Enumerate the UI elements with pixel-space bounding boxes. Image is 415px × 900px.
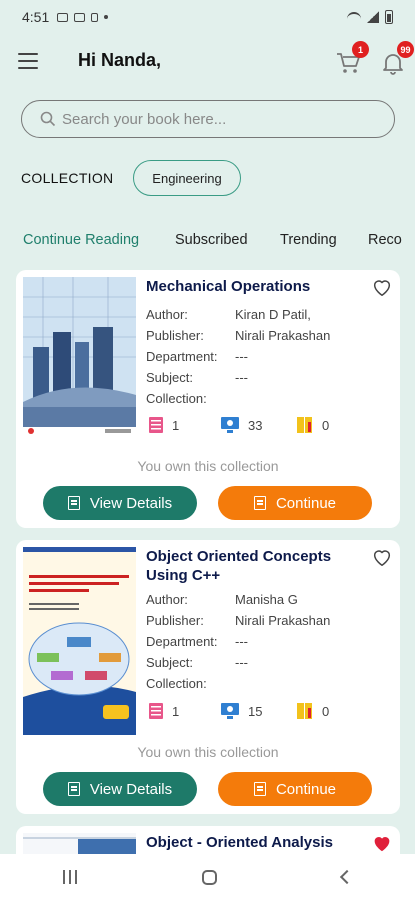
cart-badge: 1 xyxy=(352,41,369,58)
book-cover xyxy=(23,277,136,435)
author-label: Author: xyxy=(146,307,188,322)
book-cover xyxy=(23,547,136,735)
stat-books: 1 xyxy=(148,416,179,434)
department-value: --- xyxy=(235,349,248,364)
search-icon xyxy=(40,111,56,127)
stat-books: 1 xyxy=(148,702,179,720)
dot-icon xyxy=(104,15,109,19)
bell-icon[interactable]: 99 xyxy=(380,41,414,76)
heart-filled-icon[interactable] xyxy=(371,832,393,854)
publisher-label: Publisher: xyxy=(146,613,204,628)
publisher-value: Nirali Prakashan xyxy=(235,613,331,628)
monitor-icon xyxy=(221,703,239,719)
back-icon[interactable] xyxy=(340,869,355,885)
book-card[interactable]: Mechanical Operations Author: Kiran D Pa… xyxy=(16,270,400,528)
status-system-icons xyxy=(347,10,393,24)
book-icon xyxy=(149,703,163,719)
greeting: Hi Nanda, xyxy=(78,50,162,70)
continue-button[interactable]: Continue xyxy=(218,486,372,520)
stat-notes: 0 xyxy=(296,416,329,434)
wifi-icon xyxy=(347,12,361,22)
book-title[interactable]: Object - Oriented Analysis xyxy=(146,833,356,852)
tab-continue-reading[interactable]: Continue Reading xyxy=(23,232,139,248)
signal-icon xyxy=(367,11,379,23)
notification-badge: 99 xyxy=(397,41,414,58)
app-bar: Hi Nanda, 1 99 xyxy=(0,40,415,84)
department-label: Department: xyxy=(146,349,218,364)
document-icon xyxy=(67,496,80,510)
recent-apps-icon[interactable] xyxy=(62,870,77,884)
status-time: 4:51 xyxy=(22,9,50,25)
subject-label: Subject: xyxy=(146,655,193,670)
collection-label: COLLECTION xyxy=(21,170,114,186)
book-icon xyxy=(149,417,163,433)
ownership-text: You own this collection xyxy=(137,744,279,760)
monitor-icon xyxy=(221,417,239,433)
notes-icon xyxy=(297,703,312,719)
search-bar[interactable] xyxy=(21,100,395,138)
book-title[interactable]: Mechanical Operations xyxy=(146,277,356,296)
department-label: Department: xyxy=(146,634,218,649)
department-value: --- xyxy=(235,634,248,649)
stat-notes: 0 xyxy=(296,702,329,720)
notes-icon xyxy=(297,417,312,433)
collection-label: Collection: xyxy=(146,676,207,691)
heart-outline-icon[interactable] xyxy=(371,546,393,568)
download-icon xyxy=(91,12,99,22)
view-details-button[interactable]: View Details xyxy=(43,486,197,520)
heart-outline-icon[interactable] xyxy=(371,276,393,298)
book-title[interactable]: Object Oriented Concepts Using C++ xyxy=(146,547,356,585)
document-icon xyxy=(67,782,80,796)
subject-value: --- xyxy=(235,370,248,385)
continue-button[interactable]: Continue xyxy=(218,772,372,806)
system-nav-bar xyxy=(0,854,415,900)
home-icon[interactable] xyxy=(201,869,217,885)
tab-subscribed[interactable]: Subscribed xyxy=(175,232,248,248)
book-stats: 1 15 0 xyxy=(146,702,386,724)
subject-value: --- xyxy=(235,655,248,670)
book-stats: 1 33 0 xyxy=(146,416,386,438)
author-value: Kiran D Patil, xyxy=(235,307,311,322)
collection-chip-engineering[interactable]: Engineering xyxy=(133,160,241,196)
publisher-value: Nirali Prakashan xyxy=(235,328,331,343)
stat-digital: 15 xyxy=(220,702,262,720)
author-value: Manisha G xyxy=(235,592,298,607)
battery-icon xyxy=(385,10,393,24)
image-icon xyxy=(74,12,86,22)
tab-trending[interactable]: Trending xyxy=(280,232,337,248)
view-details-button[interactable]: View Details xyxy=(43,772,197,806)
status-bar: 4:51 xyxy=(0,0,415,34)
subject-label: Subject: xyxy=(146,370,193,385)
publisher-label: Publisher: xyxy=(146,328,204,343)
ownership-text: You own this collection xyxy=(137,458,279,474)
tab-bar: Continue Reading Subscribed Trending Rec… xyxy=(0,228,415,258)
document-icon xyxy=(253,782,266,796)
stat-digital: 33 xyxy=(220,416,262,434)
document-icon xyxy=(253,496,266,510)
collection-label: Collection: xyxy=(146,391,207,406)
cart-icon[interactable]: 1 xyxy=(335,41,369,76)
book-card[interactable]: Object Oriented Concepts Using C++ Autho… xyxy=(16,540,400,814)
search-input[interactable] xyxy=(62,110,362,128)
message-icon xyxy=(57,12,69,22)
menu-icon[interactable] xyxy=(18,53,38,69)
author-label: Author: xyxy=(146,592,188,607)
status-notification-icons xyxy=(57,12,109,22)
tab-recommended[interactable]: Reco xyxy=(368,232,402,248)
